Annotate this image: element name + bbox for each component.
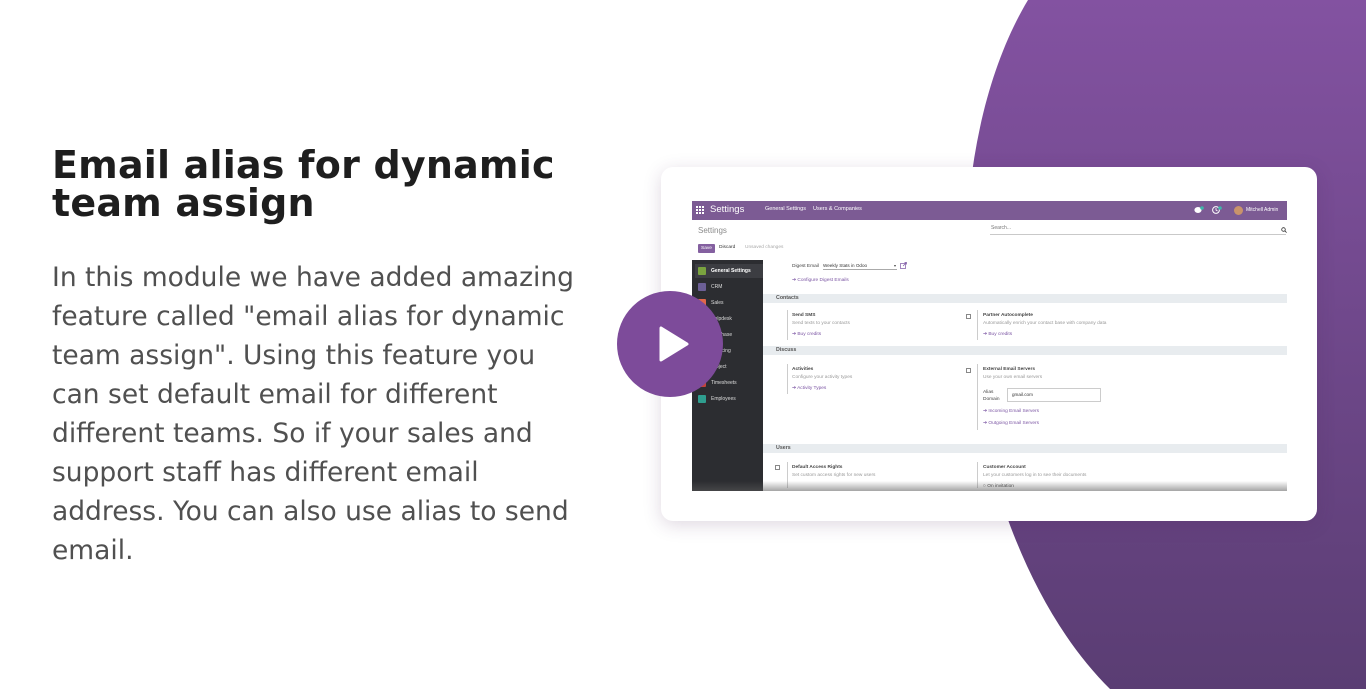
- send-sms-buy-credits-link[interactable]: ➔ Buy credits: [792, 332, 821, 337]
- menu-general-settings[interactable]: General Settings: [765, 206, 806, 212]
- configure-digest-link-label: Configure Digest Emails: [797, 278, 849, 283]
- partner-autocomplete-checkbox[interactable]: [966, 314, 971, 319]
- page-headline: Email alias for dynamic team assign: [52, 146, 612, 222]
- setting-divider: [787, 364, 788, 394]
- bottom-fade-overlay: [692, 481, 1287, 491]
- apps-grid-icon[interactable]: [696, 206, 704, 214]
- default-access-rights-title: Default Access Rights: [792, 465, 843, 470]
- headline-line-1: Email alias for dynamic: [52, 143, 555, 187]
- play-icon: [659, 326, 689, 362]
- breadcrumb-settings: Settings: [698, 226, 727, 235]
- headline-line-2: team assign: [52, 181, 315, 225]
- section-discuss: Discuss: [763, 346, 1287, 355]
- external-email-servers-checkbox[interactable]: [966, 368, 971, 373]
- configure-digest-link[interactable]: ➔ Configure Digest Emails: [792, 278, 849, 283]
- partner-autocomplete-buy-credits-link[interactable]: ➔ Buy credits: [983, 332, 1012, 337]
- outgoing-email-servers-label: Outgoing Email Servers: [988, 421, 1040, 426]
- setting-divider: [787, 310, 788, 340]
- sidebar-item-label: General Settings: [711, 268, 751, 274]
- user-menu-name[interactable]: Mitchell Admin: [1246, 207, 1278, 213]
- settings-form: Digest Email Weekly Stats in Odoo ▾ ➔ Co…: [763, 260, 1287, 491]
- alias-domain-input[interactable]: gmail.com: [1007, 388, 1101, 402]
- send-sms-description: Send texts to your contacts: [792, 321, 850, 326]
- description-line: address. You can also use alias to send: [52, 496, 569, 527]
- partner-autocomplete-description: Automatically enrich your contact base w…: [983, 321, 1107, 326]
- customer-account-title: Customer Account: [983, 465, 1026, 470]
- default-access-rights-description: Set custom access rights for new users: [792, 473, 876, 478]
- description-line: email.: [52, 535, 134, 566]
- activities-title: Activities: [792, 367, 814, 372]
- section-contacts: Contacts: [763, 294, 1287, 303]
- play-video-button[interactable]: [617, 291, 723, 397]
- setting-divider: [977, 310, 978, 340]
- external-link-icon[interactable]: [900, 262, 907, 269]
- buy-credits-label: Buy credits: [797, 332, 822, 337]
- app-brand-title[interactable]: Settings: [710, 204, 744, 215]
- external-email-servers-title: External Email Servers: [983, 367, 1035, 372]
- odoo-settings-screenshot: Settings General Settings Users & Compan…: [692, 201, 1287, 491]
- sidebar-item-general-settings[interactable]: General Settings: [695, 264, 763, 278]
- odoo-top-navbar: Settings General Settings Users & Compan…: [692, 201, 1287, 220]
- activity-clock-icon[interactable]: [1212, 206, 1222, 214]
- activity-types-label: Activity Types: [797, 386, 827, 391]
- external-email-servers-description: Use your own email servers: [983, 375, 1043, 380]
- description-paragraph: In this module we have added amazing fea…: [52, 258, 622, 570]
- description-line: team assign". Using this feature you: [52, 340, 536, 371]
- activity-types-link[interactable]: ➔ Activity Types: [792, 386, 826, 391]
- general-settings-app-icon: [698, 267, 706, 275]
- description-line: can set default email for different: [52, 379, 498, 410]
- search-icon[interactable]: [1281, 227, 1287, 233]
- description-line: feature called "email alias for dynamic: [52, 301, 565, 332]
- description-line: support staff has different email: [52, 457, 479, 488]
- partner-autocomplete-title: Partner Autocomplete: [983, 313, 1033, 318]
- chat-icon[interactable]: [1194, 206, 1204, 214]
- unsaved-changes-label: Unsaved changes: [745, 245, 784, 250]
- section-users: Users: [763, 444, 1287, 453]
- domain-label: Domain: [983, 397, 1000, 402]
- menu-users-companies[interactable]: Users & Companies: [813, 206, 862, 212]
- buy-credits-label: Buy credits: [988, 332, 1013, 337]
- sidebar-item-label: CRM: [711, 284, 723, 290]
- control-panel: Settings Search... Save Discard Unsaved …: [692, 220, 1287, 260]
- description-line: In this module we have added amazing: [52, 262, 575, 293]
- customer-account-description: Let your customers log in to see their d…: [983, 473, 1087, 478]
- setting-divider: [977, 364, 978, 430]
- outgoing-email-servers-link[interactable]: ➔ Outgoing Email Servers: [983, 421, 1039, 426]
- settings-search-input[interactable]: Search...: [990, 225, 1286, 235]
- save-button[interactable]: Save: [698, 244, 715, 253]
- description-line: different teams. So if your sales and: [52, 418, 533, 449]
- send-sms-title: Send SMS: [792, 313, 816, 318]
- user-avatar[interactable]: [1234, 206, 1243, 215]
- alias-label: Alias: [983, 390, 994, 395]
- chevron-down-icon: ▾: [894, 263, 897, 268]
- incoming-email-servers-link[interactable]: ➔ Incoming Email Servers: [983, 409, 1039, 414]
- activities-description: Configure your activity types: [792, 375, 853, 380]
- discard-button[interactable]: Discard: [719, 245, 735, 250]
- crm-app-icon: [698, 283, 706, 291]
- digest-email-select[interactable]: Weekly Stats in Odoo: [823, 263, 897, 270]
- incoming-email-servers-label: Incoming Email Servers: [988, 409, 1040, 414]
- default-access-rights-checkbox[interactable]: [775, 465, 780, 470]
- digest-email-label: Digest Email: [792, 264, 819, 269]
